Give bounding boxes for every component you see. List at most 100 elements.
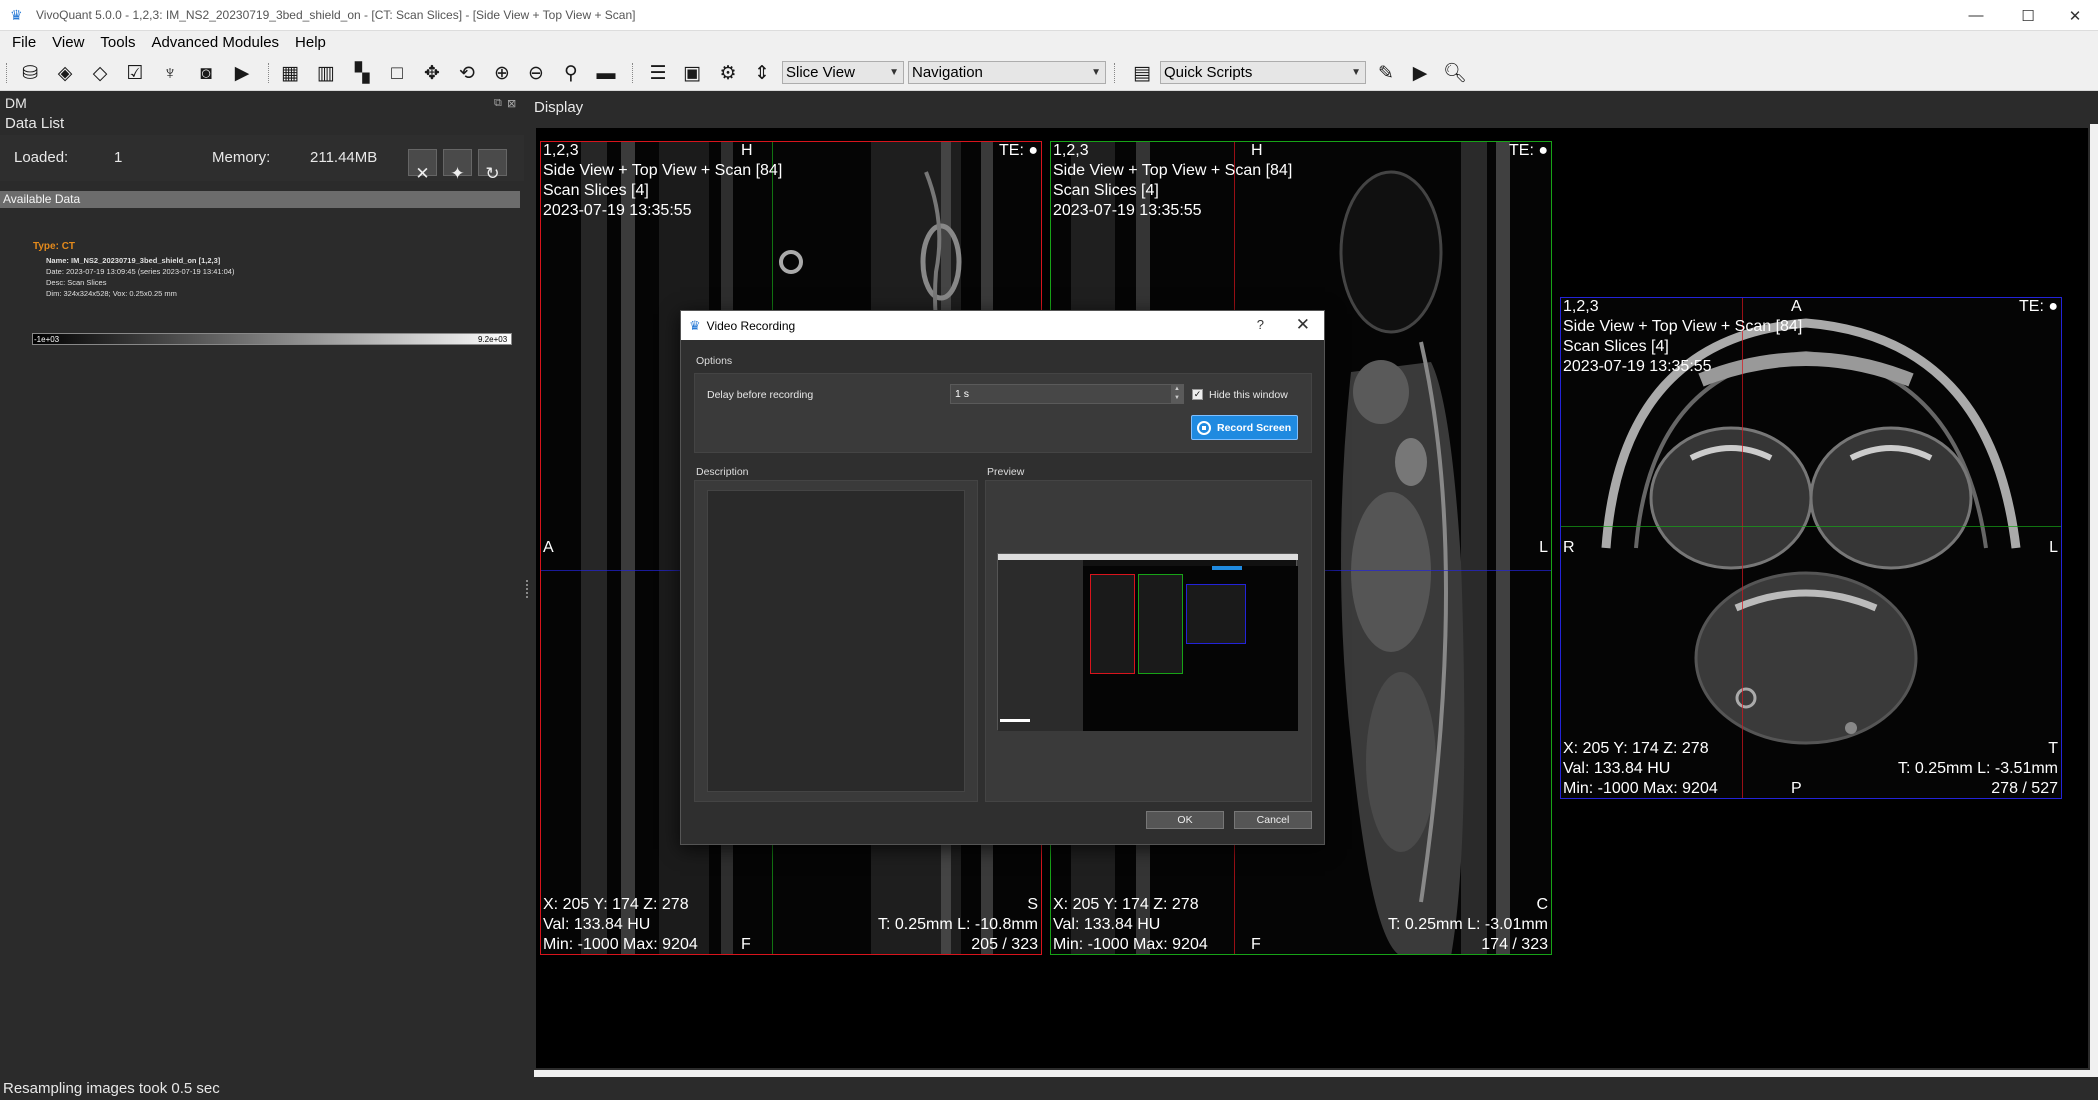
menu-file[interactable]: File xyxy=(0,34,44,51)
dialog-close-button[interactable]: ✕ xyxy=(1296,315,1310,335)
slice-index: 174 / 323 xyxy=(1481,936,1548,953)
toolbar-separator xyxy=(632,63,634,83)
options-label: Options xyxy=(696,355,733,367)
crosshair-horizontal xyxy=(1561,526,2061,527)
layout-icon[interactable]: ▚ xyxy=(348,60,376,86)
remove-data-button[interactable]: ✕ xyxy=(408,149,437,183)
colormap-bar[interactable] xyxy=(32,333,512,345)
view-timestamp: 2023-07-19 13:35:55 xyxy=(543,202,692,219)
wrench-icon: ✦ xyxy=(450,164,465,183)
tools-button[interactable]: ✦ xyxy=(443,149,472,183)
delay-spinbox[interactable]: 1 s ▲ ▼ xyxy=(950,384,1184,404)
close-icon: ✕ xyxy=(415,164,430,183)
zoom-out-icon[interactable]: ⊖ xyxy=(522,60,550,86)
view-series: Scan Slices [4] xyxy=(1053,182,1159,199)
app-logo-icon: ♛ xyxy=(689,317,701,333)
record-screen-button[interactable]: Record Screen xyxy=(1191,415,1298,440)
ruler-icon[interactable]: ▬ xyxy=(592,60,620,86)
refresh-button[interactable]: ↻ xyxy=(478,149,507,183)
database-icon[interactable]: ⛁ xyxy=(16,60,44,86)
quick-scripts-value: Quick Scripts xyxy=(1164,64,1253,81)
fit-height-icon[interactable]: ⇕ xyxy=(748,60,776,86)
description-textarea[interactable] xyxy=(707,490,965,792)
delay-label: Delay before recording xyxy=(707,389,814,401)
rotate-icon[interactable]: ⟲ xyxy=(453,60,481,86)
status-bar: Resampling images took 0.5 sec xyxy=(0,1077,2098,1100)
menu-tools[interactable]: Tools xyxy=(92,34,143,51)
te-indicator: TE: ● xyxy=(2019,298,2058,315)
splitter-handle[interactable] xyxy=(526,580,529,598)
view-timestamp: 2023-07-19 13:35:55 xyxy=(1563,358,1712,375)
colormap-max: 9.2e+03 xyxy=(478,335,508,344)
status-text: Resampling images took 0.5 sec xyxy=(3,1080,220,1097)
clipboard-check-icon[interactable]: ☑ xyxy=(121,60,149,86)
layers-icon[interactable]: ◈ xyxy=(51,60,79,86)
cursor-value: Val: 133.84 HU xyxy=(1563,760,1671,777)
view-id: 1,2,3 xyxy=(1053,142,1089,159)
help-button[interactable]: ? xyxy=(1257,317,1264,332)
search-icon[interactable]: ⚲ xyxy=(557,60,585,86)
orientation-corner: S xyxy=(1027,896,1038,913)
mc-icon[interactable]: ▣ xyxy=(678,60,706,86)
inspect-icon[interactable]: 🔍︎ xyxy=(1441,60,1469,86)
columns-icon[interactable]: ▥ xyxy=(312,60,340,86)
zoom-in-icon[interactable]: ⊕ xyxy=(488,60,516,86)
close-window-button[interactable]: ✕ xyxy=(2052,0,2098,31)
display-header: Display xyxy=(534,91,2098,124)
video-camera-icon[interactable]: ▶ xyxy=(228,60,256,86)
pencil-icon[interactable]: ✎ xyxy=(1372,60,1400,86)
hide-window-checkbox[interactable]: ✓ xyxy=(1192,389,1203,400)
grid-2x2-icon[interactable]: ▦ xyxy=(276,60,304,86)
memory-value: 211.44MB xyxy=(310,149,378,166)
toolbar-grip xyxy=(6,63,8,83)
item-date: Date: 2023-07-19 13:09:45 (series 2023-0… xyxy=(46,267,235,276)
view-timestamp: 2023-07-19 13:35:55 xyxy=(1053,202,1202,219)
cursor-coords: X: 205 Y: 174 Z: 278 xyxy=(1053,896,1199,913)
menu-advanced-modules[interactable]: Advanced Modules xyxy=(143,34,287,51)
pan-icon[interactable]: ✥ xyxy=(418,60,446,86)
item-dim: Dim: 324x324x528; Vox: 0.25x0.25 mm xyxy=(46,289,177,298)
app-logo-icon: ♛ xyxy=(10,7,23,23)
layers-stack-icon[interactable]: ◇ xyxy=(86,60,114,86)
float-icon[interactable]: ⧉ xyxy=(494,97,502,110)
cancel-button[interactable]: Cancel xyxy=(1234,811,1312,829)
sliders-icon[interactable]: ☰ xyxy=(644,60,672,86)
slice-view-select[interactable]: Slice View ▼ xyxy=(782,61,904,84)
gear-dm-icon[interactable]: ⚙ xyxy=(714,60,742,86)
toolbar-separator xyxy=(268,63,270,83)
maximize-button[interactable]: ☐ xyxy=(2005,0,2051,31)
dm-header: DM Data List ⧉ ⊠ xyxy=(0,91,524,135)
window-minmax: Min: -1000 Max: 9204 xyxy=(1053,936,1208,953)
record-icon xyxy=(1197,420,1211,435)
view-name: Side View + Top View + Scan [84] xyxy=(1563,318,1803,335)
camera-icon[interactable]: ◙ xyxy=(192,60,220,86)
preview-label: Preview xyxy=(987,466,1025,478)
document-icon[interactable]: ▤ xyxy=(1128,60,1156,86)
window-minmax: Min: -1000 Max: 9204 xyxy=(1563,780,1718,797)
ok-button[interactable]: OK xyxy=(1146,811,1224,829)
orientation-right: L xyxy=(2049,539,2058,556)
dm-title: DM xyxy=(5,95,27,111)
quick-scripts-select[interactable]: Quick Scripts ▼ xyxy=(1160,61,1366,84)
play-icon[interactable]: ▶ xyxy=(1406,60,1434,86)
main-toolbar: ⛁ ◈ ◇ ☑ ♆ ◙ ▶ ▦ ▥ ▚ □ ✥ ⟲ ⊕ ⊖ ⚲ ▬ ☰ ▣ ⚙ … xyxy=(0,55,2098,91)
spin-arrows-icon[interactable]: ▲ ▼ xyxy=(1171,385,1183,403)
memory-label: Memory: xyxy=(212,149,271,166)
orientation-left: R xyxy=(1563,539,1575,556)
view-id: 1,2,3 xyxy=(1563,298,1599,315)
menu-view[interactable]: View xyxy=(44,34,92,51)
menu-help[interactable]: Help xyxy=(287,34,334,51)
preview-thumbnail xyxy=(997,553,1298,731)
view-id: 1,2,3 xyxy=(543,142,579,159)
dm-panel: DM Data List ⧉ ⊠ Loaded: 1 Memory: 211.4… xyxy=(0,91,524,1077)
item-type: Type: CT xyxy=(33,241,76,252)
square-icon[interactable]: □ xyxy=(383,60,411,86)
tooth-icon[interactable]: ♆ xyxy=(156,60,184,86)
item-name: Name: IM_NS2_20230719_3bed_shield_on [1,… xyxy=(46,256,221,265)
navigation-select[interactable]: Navigation ▼ xyxy=(908,61,1106,84)
slice-index: 278 / 527 xyxy=(1991,780,2058,797)
menu-bar: File View Tools Advanced Modules Help xyxy=(0,31,2098,53)
item-desc: Desc: Scan Slices xyxy=(46,278,107,287)
minimize-button[interactable]: — xyxy=(1953,0,1999,31)
close-icon[interactable]: ⊠ xyxy=(507,97,516,110)
